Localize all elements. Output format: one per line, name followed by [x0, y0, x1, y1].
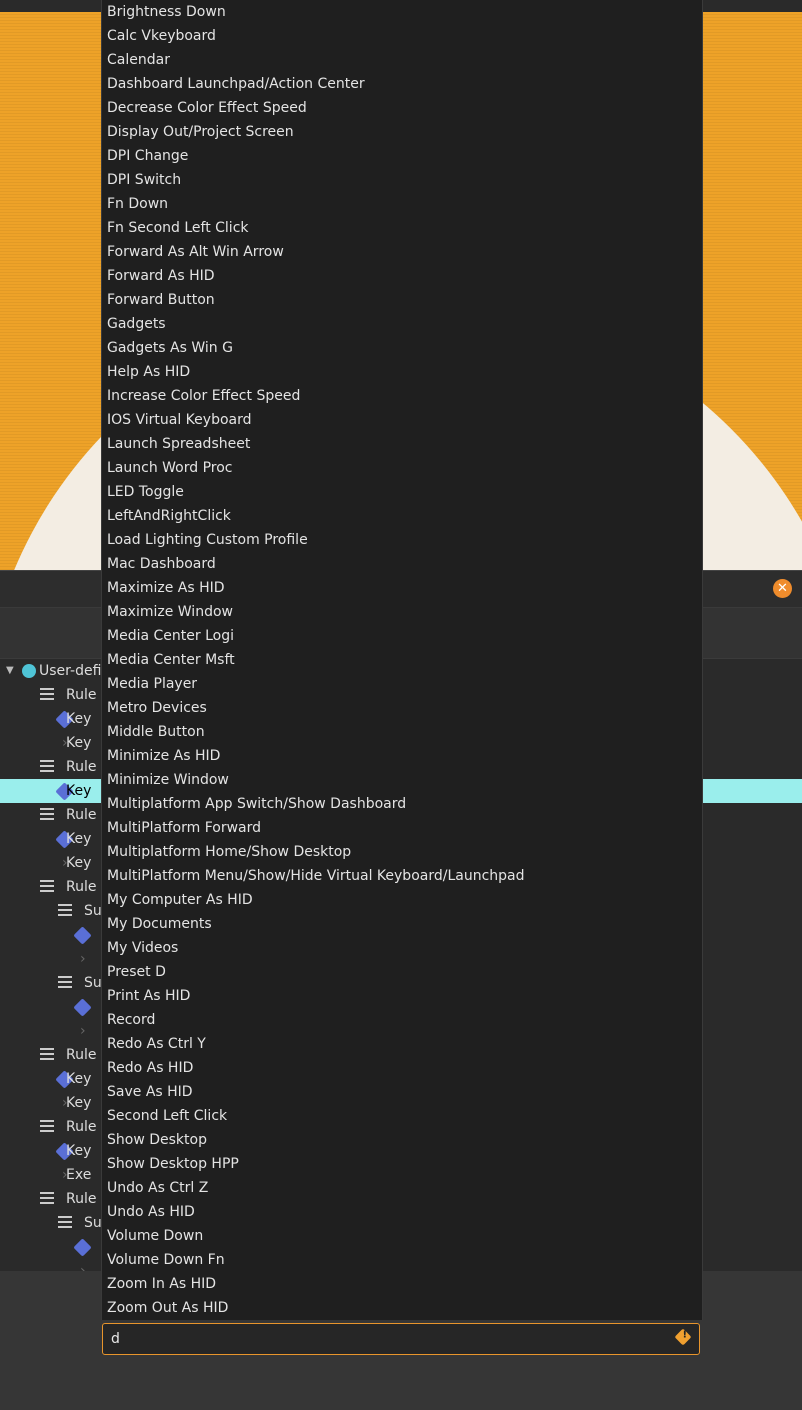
list-icon [58, 904, 72, 916]
list-icon [40, 760, 54, 772]
dropdown-item[interactable]: Calendar [107, 48, 170, 72]
dropdown-item[interactable]: MultiPlatform Forward [107, 816, 261, 840]
list-icon [40, 880, 54, 892]
tree-root-label: User-defi [39, 663, 102, 679]
dropdown-item[interactable]: Display Out/Project Screen [107, 120, 294, 144]
action-dropdown-list: Brightness Down Calc Vkeyboard Calendar Das… [101, 0, 703, 1320]
dropdown-item[interactable]: Gadgets [107, 312, 166, 336]
list-icon [40, 1048, 54, 1060]
dropdown-item[interactable]: MultiPlatform Menu/Show/Hide Virtual Key… [107, 864, 525, 888]
list-icon [58, 976, 72, 988]
dropdown-item[interactable]: Mac Dashboard [107, 552, 216, 576]
list-icon [40, 808, 54, 820]
dropdown-item[interactable]: Minimize Window [107, 768, 229, 792]
dropdown-item[interactable]: Calc Vkeyboard [107, 24, 216, 48]
dropdown-item[interactable]: Forward Button [107, 288, 215, 312]
dropdown-item[interactable]: My Documents [107, 912, 212, 936]
dropdown-item[interactable]: LeftAndRightClick [107, 504, 231, 528]
dropdown-item[interactable]: Redo As HID [107, 1056, 193, 1080]
dropdown-item[interactable]: Middle Button [107, 720, 205, 744]
dropdown-item[interactable]: Fn Down [107, 192, 168, 216]
expand-arrow-icon[interactable]: ▼ [6, 659, 14, 683]
dropdown-item[interactable]: Metro Devices [107, 696, 207, 720]
dropdown-item[interactable]: Preset D [107, 960, 166, 984]
list-icon [40, 1120, 54, 1132]
dropdown-item[interactable]: My Videos [107, 936, 178, 960]
chevron-right-icon: › [80, 1023, 86, 1039]
tree-row-label: Key [66, 1095, 92, 1111]
dropdown-item[interactable]: Media Player [107, 672, 197, 696]
dropdown-item[interactable]: Record [107, 1008, 155, 1032]
dropdown-item[interactable]: Show Desktop HPP [107, 1152, 239, 1176]
close-icon[interactable]: ✕ [773, 579, 792, 598]
dropdown-item[interactable]: IOS Virtual Keyboard [107, 408, 252, 432]
user-icon [22, 664, 36, 678]
tree-row-label: Su [84, 1215, 102, 1231]
tree-row-label: Rule [66, 687, 97, 703]
tree-row-label: Exe [66, 1167, 92, 1183]
dropdown-item[interactable]: Minimize As HID [107, 744, 220, 768]
dropdown-item[interactable]: DPI Change [107, 144, 188, 168]
dropdown-item[interactable]: Multiplatform Home/Show Desktop [107, 840, 351, 864]
dropdown-item[interactable]: Volume Down Fn [107, 1248, 225, 1272]
search-box[interactable]: ! [102, 1323, 700, 1355]
dropdown-item[interactable]: Redo As Ctrl Y [107, 1032, 206, 1056]
dropdown-item[interactable]: Launch Word Proc [107, 456, 233, 480]
tree-row-label: Key [66, 1071, 92, 1087]
dropdown-item[interactable]: Launch Spreadsheet [107, 432, 250, 456]
dropdown-item[interactable]: DPI Switch [107, 168, 181, 192]
dropdown-item[interactable]: Increase Color Effect Speed [107, 384, 300, 408]
dropdown-item[interactable]: Dashboard Launchpad/Action Center [107, 72, 365, 96]
dropdown-item[interactable]: Save As HID [107, 1080, 193, 1104]
list-icon [40, 1192, 54, 1204]
tree-row-label: Rule [66, 1191, 97, 1207]
dropdown-item[interactable]: Maximize Window [107, 600, 233, 624]
dropdown-item[interactable]: Brightness Down [107, 0, 226, 24]
dropdown-item[interactable]: Media Center Logi [107, 624, 234, 648]
list-icon [58, 1216, 72, 1228]
tree-row-label: Rule [66, 1119, 97, 1135]
tree-row-label: Key [66, 783, 92, 799]
question-icon [73, 926, 92, 945]
dropdown-item[interactable]: Fn Second Left Click [107, 216, 249, 240]
tree-row-label: Rule [66, 759, 97, 775]
tree-row-label: Key [66, 735, 92, 751]
tree-row-label: Rule [66, 1047, 97, 1063]
dropdown-item[interactable]: Show Desktop [107, 1128, 207, 1152]
chevron-right-icon: › [80, 951, 86, 967]
dropdown-item[interactable]: Second Left Click [107, 1104, 227, 1128]
tree-row-label: Key [66, 855, 92, 871]
question-icon [73, 998, 92, 1017]
question-icon [73, 1238, 92, 1257]
dropdown-item[interactable]: Forward As HID [107, 264, 215, 288]
list-icon [40, 688, 54, 700]
tree-row-label: Rule [66, 879, 97, 895]
dropdown-item[interactable]: Decrease Color Effect Speed [107, 96, 307, 120]
dropdown-item[interactable]: Zoom Out As HID [107, 1296, 228, 1320]
tree-row-label: Su [84, 975, 102, 991]
dropdown-item[interactable]: Forward As Alt Win Arrow [107, 240, 284, 264]
warning-icon: ! [674, 1328, 692, 1346]
search-input[interactable] [111, 1328, 651, 1350]
tree-row-label: Key [66, 831, 92, 847]
tree-row-label: Rule [66, 807, 97, 823]
dropdown-item[interactable]: Load Lighting Custom Profile [107, 528, 308, 552]
dropdown-item[interactable]: Gadgets As Win G [107, 336, 233, 360]
dropdown-item[interactable]: Media Center Msft [107, 648, 235, 672]
dropdown-item[interactable]: Volume Down [107, 1224, 203, 1248]
dropdown-item[interactable]: My Computer As HID [107, 888, 253, 912]
dropdown-item[interactable]: Zoom In As HID [107, 1272, 216, 1296]
dropdown-item[interactable]: LED Toggle [107, 480, 184, 504]
tree-row-label: Su [84, 903, 102, 919]
dropdown-item[interactable]: Help As HID [107, 360, 190, 384]
dropdown-item[interactable]: Maximize As HID [107, 576, 225, 600]
dropdown-item[interactable]: Print As HID [107, 984, 190, 1008]
dropdown-item[interactable]: Multiplatform App Switch/Show Dashboard [107, 792, 406, 816]
tree-row-label: Key [66, 711, 92, 727]
dropdown-item[interactable]: Undo As HID [107, 1200, 195, 1224]
tree-row-label: Key [66, 1143, 92, 1159]
dropdown-item[interactable]: Undo As Ctrl Z [107, 1176, 208, 1200]
